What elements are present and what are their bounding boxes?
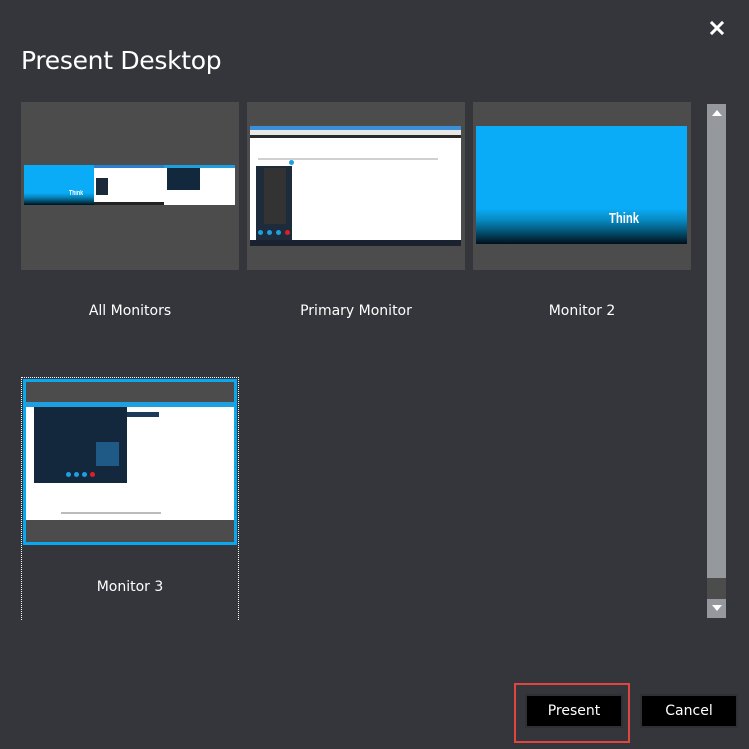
screen-preview [250,126,461,246]
screen-preview [26,402,234,520]
monitor-tile-all[interactable]: Think All Monitors [21,102,239,332]
cancel-button[interactable]: Cancel [640,694,738,728]
monitor-label: Monitor 2 [548,303,616,319]
screen-preview: Think [476,126,687,244]
monitor-thumbnail [247,102,465,270]
close-button[interactable] [706,17,728,39]
close-icon [709,20,725,36]
scroll-down-button[interactable] [707,599,726,617]
monitor-thumbnail: Think [473,102,691,270]
scrollbar-gap [707,578,726,599]
monitor-label: All Monitors [88,303,172,319]
monitor-tile-primary[interactable]: Primary Monitor [247,102,465,332]
scroll-up-arrow-icon [711,110,722,116]
monitor-label: Primary Monitor [300,303,412,319]
monitor-thumbnail [23,379,237,545]
monitor-label: Monitor 3 [96,579,164,595]
wallpaper-logo-text: Think [609,210,639,227]
dialog-title: Present Desktop [21,46,222,75]
monitor-tile-2[interactable]: Think Monitor 2 [473,102,691,332]
monitor-thumbnail: Think [21,102,239,270]
scroll-down-arrow-icon [711,605,722,611]
present-button[interactable]: Present [525,694,623,728]
screen-preview: Think [24,165,235,205]
scrollbar-track[interactable] [707,104,726,618]
scroll-up-button[interactable] [707,104,726,122]
monitor-tile-3[interactable]: Monitor 3 [21,377,239,620]
